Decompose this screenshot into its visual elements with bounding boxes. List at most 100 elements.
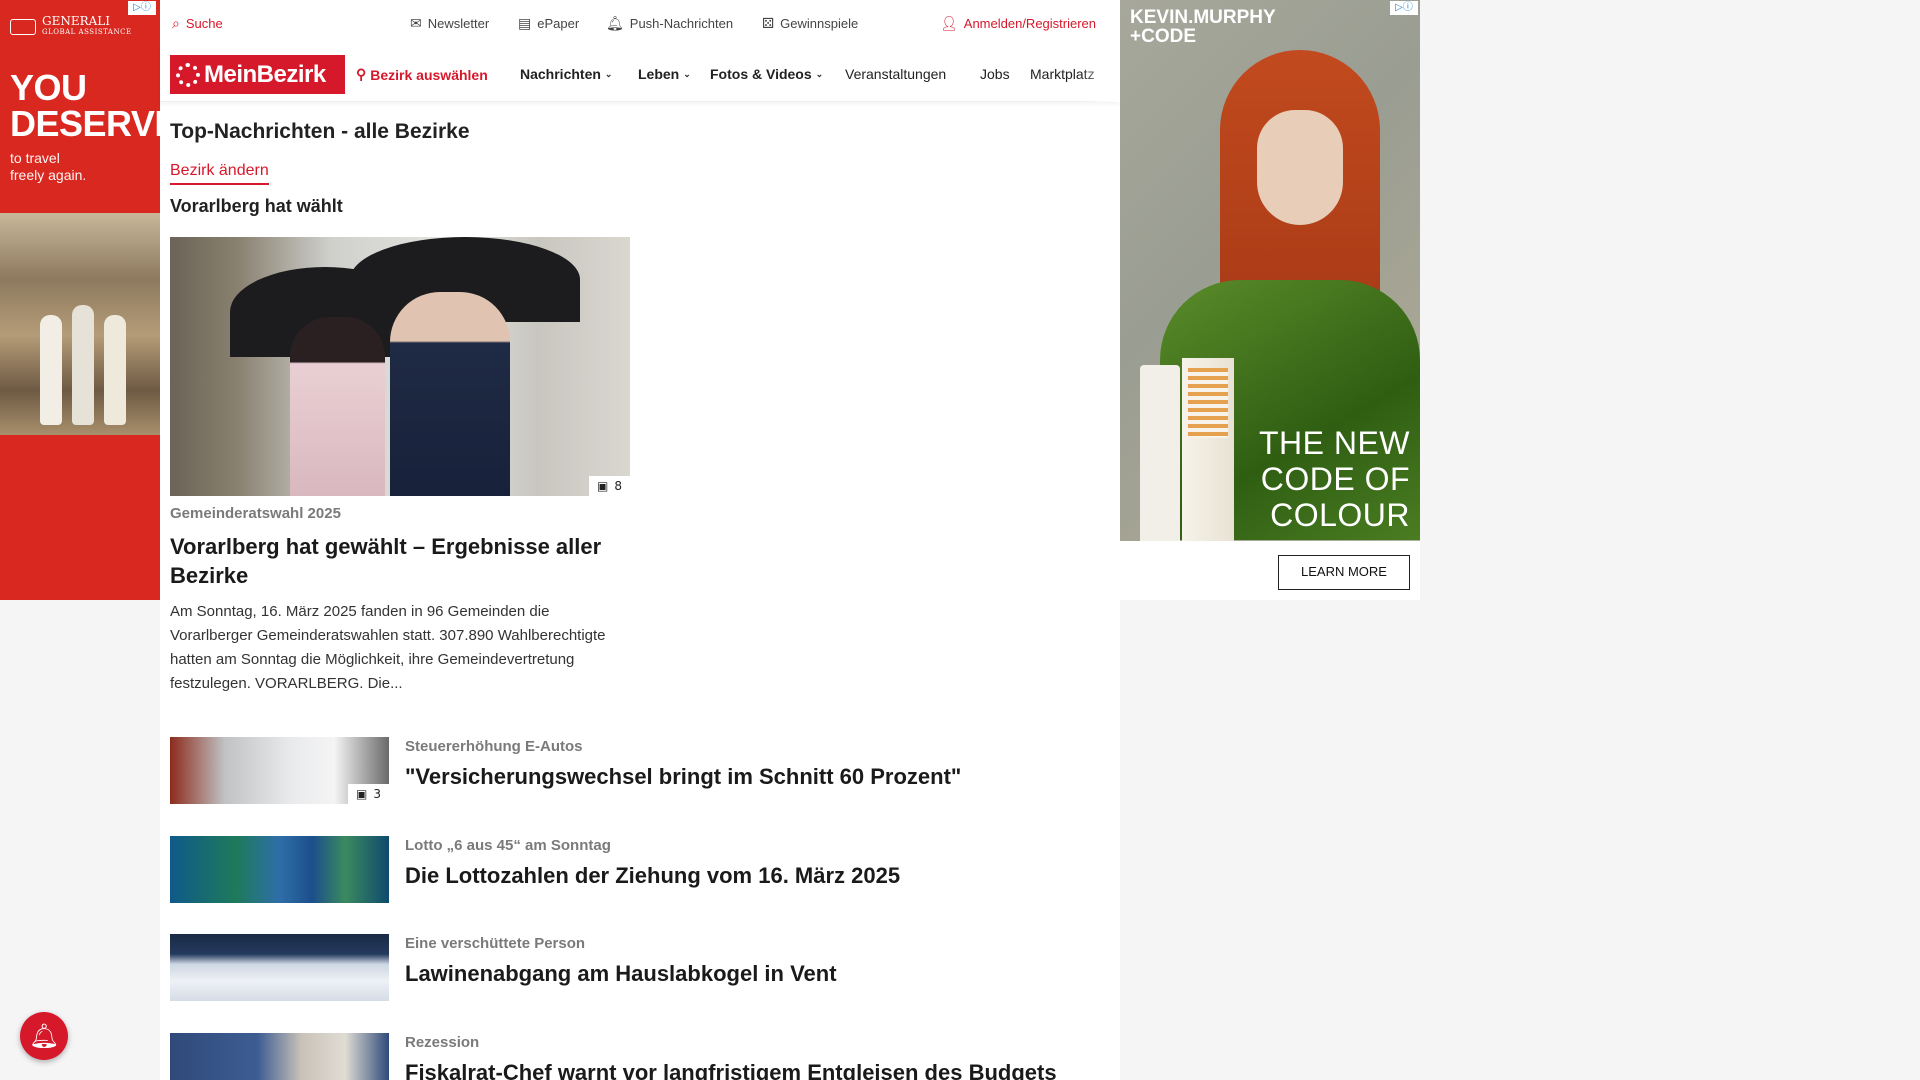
person-man: [390, 292, 510, 496]
adchoices-icon[interactable]: ▷ⓘ: [1390, 1, 1418, 15]
article-title[interactable]: "Versicherungswechsel bringt im Schnitt …: [405, 764, 961, 790]
lion-icon: [10, 19, 36, 35]
article-kicker: Rezession: [405, 1034, 480, 1051]
article-title[interactable]: Lawinenabgang am Hauslabkogel in Vent: [405, 961, 837, 987]
box-stripes: [1188, 368, 1228, 438]
meinbezirk-logo[interactable]: MeinBezirk: [170, 55, 345, 94]
ad-person: [40, 315, 62, 425]
logo-text: MeinBezirk: [204, 60, 326, 88]
gallery-icon: ▣: [597, 479, 609, 493]
search-label: Suche: [185, 16, 223, 31]
image-count: 3: [373, 787, 381, 801]
learn-more-button[interactable]: LEARN MORE: [1278, 555, 1410, 590]
nav-overflow-fade: [1080, 46, 1120, 102]
logo-sun-icon: [176, 62, 200, 87]
hero-kicker: Gemeinderatswahl 2025: [170, 505, 341, 522]
section-title: Vorarlberg hat wählt: [170, 196, 343, 216]
ad-logo-line2: +CODE: [1130, 26, 1196, 47]
ad-brand-sub: GLOBAL ASSISTANCE: [42, 28, 132, 36]
ad-tagline: THE NEW CODE OF COLOUR: [1259, 425, 1410, 533]
nav-veranstaltungen[interactable]: Veranstaltungen: [845, 66, 946, 82]
article-thumbnail[interactable]: [170, 836, 389, 903]
hero-headline[interactable]: Vorarlberg hat gewählt – Ergebnisse alle…: [170, 532, 610, 590]
list-item[interactable]: ▣ 3 Steuererhöhung E-Autos "Versicherung…: [170, 737, 1110, 805]
article-title[interactable]: Die Lottozahlen der Ziehung vom 16. März…: [405, 863, 900, 889]
newsletter-link[interactable]: ✉ Newsletter: [410, 15, 489, 32]
ad-person: [72, 305, 94, 425]
push-link[interactable]: 🔔︎ Push-Nachrichten: [606, 15, 733, 32]
ad-subline-line2: freely again.: [10, 167, 87, 183]
search-link[interactable]: ⌕ Suche: [172, 15, 223, 32]
left-ad-banner[interactable]: ▷ⓘ GENERALI GLOBAL ASSISTANCE YOU DESERV…: [0, 0, 160, 600]
hero-teaser-text: Am Sonntag, 16. März 2025 fanden in 96 G…: [170, 603, 606, 692]
ad-model-face: [1257, 110, 1343, 225]
bell-icon: 🔔︎: [606, 15, 624, 31]
nav-fotos-label: Fotos & Videos: [710, 66, 812, 82]
article-kicker: Lotto „6 aus 45“ am Sonntag: [405, 837, 611, 854]
ad-photo-travelers: [0, 213, 160, 435]
image-count-badge: ▣ 3: [348, 784, 389, 804]
ad-tagline-line3: COLOUR: [1270, 497, 1410, 533]
ad-subline-line1: to travel: [10, 150, 60, 166]
gewinnspiele-label: Gewinnspiele: [780, 16, 859, 31]
newsletter-label: Newsletter: [427, 16, 490, 31]
list-item[interactable]: Rezession Fiskalrat-Chef warnt vor langf…: [170, 1033, 1110, 1080]
chevron-down-icon: ⌄: [604, 68, 613, 79]
nav-nachrichten-label: Nachrichten: [520, 66, 601, 82]
ad-brand-logo: KEVIN.MURPHY +CODE: [1130, 8, 1276, 46]
chevron-down-icon: ⌄: [683, 68, 691, 79]
user-icon: 👤︎: [940, 15, 958, 31]
nav-jobs-label: Jobs: [980, 66, 1010, 82]
search-icon: ⌕: [172, 15, 180, 31]
image-count: 8: [614, 479, 622, 493]
epaper-link[interactable]: ▤ ePaper: [518, 15, 579, 32]
main-column: ⌕ Suche ✉ Newsletter ▤ ePaper 🔔︎ Push-Na…: [160, 0, 1120, 1080]
ad-brand-name: GENERALI: [42, 14, 111, 28]
chevron-down-icon: ⌄: [815, 68, 824, 79]
change-bezirk-link[interactable]: Bezirk ändern: [170, 162, 269, 185]
article-title[interactable]: Fiskalrat-Chef warnt vor langfristigem E…: [405, 1060, 1057, 1080]
hero-image[interactable]: ▣ 8: [170, 237, 630, 496]
nav-nachrichten[interactable]: Nachrichten ⌄: [520, 66, 612, 82]
epaper-label: ePaper: [537, 16, 580, 31]
ad-headline-line1: YOU: [10, 67, 87, 108]
nav-veranstaltungen-label: Veranstaltungen: [845, 66, 947, 82]
article-kicker: Eine verschüttete Person: [405, 935, 586, 952]
nav-jobs[interactable]: Jobs: [980, 66, 1010, 82]
newspaper-icon: ▤: [518, 15, 532, 31]
list-item[interactable]: Eine verschüttete Person Lawinenabgang a…: [170, 934, 1110, 1002]
dice-icon: ⚄: [762, 15, 775, 31]
page-title: Top-Nachrichten - alle Bezirke: [170, 120, 470, 143]
article-thumbnail[interactable]: ▣ 3: [170, 737, 389, 804]
image-count-badge: ▣ 8: [589, 476, 630, 496]
location-pin-icon: ⚲: [356, 66, 367, 82]
gewinnspiele-link[interactable]: ⚄ Gewinnspiele: [762, 15, 858, 32]
nav-fotos-videos[interactable]: Fotos & Videos ⌄: [710, 66, 823, 82]
list-item[interactable]: Lotto „6 aus 45“ am Sonntag Die Lottozah…: [170, 836, 1110, 904]
person-woman: [290, 317, 385, 496]
article-thumbnail[interactable]: [170, 934, 389, 1001]
ad-tagline-line1: THE NEW: [1258, 425, 1410, 461]
login-link[interactable]: 👤︎ Anmelden/Registrieren: [940, 15, 1096, 32]
bell-icon: 🔔︎: [28, 1022, 60, 1050]
ad-brand-logo: GENERALI GLOBAL ASSISTANCE: [10, 14, 132, 38]
nav-leben[interactable]: Leben ⌄: [638, 66, 691, 82]
login-label: Anmelden/Registrieren: [963, 16, 1097, 31]
ad-headline: YOU DESERVE: [10, 70, 160, 142]
ad-logo-line1: KEVIN.MURPHY: [1130, 7, 1276, 28]
ad-person: [104, 315, 126, 425]
right-ad-banner[interactable]: ▷ⓘ KEVIN.MURPHY +CODE THE NEW CODE OF CO…: [1120, 0, 1420, 600]
ad-subline: to travel freely again.: [10, 150, 86, 184]
top-utility-bar: ⌕ Suche ✉ Newsletter ▤ ePaper 🔔︎ Push-Na…: [160, 0, 1120, 46]
envelope-icon: ✉: [410, 15, 422, 31]
notification-bell-button[interactable]: 🔔︎: [20, 1012, 68, 1060]
bezirk-select-button[interactable]: ⚲ Bezirk auswählen: [356, 66, 488, 83]
bezirk-select-label: Bezirk auswählen: [370, 66, 488, 83]
article-thumbnail[interactable]: [170, 1033, 389, 1080]
push-label: Push-Nachrichten: [629, 16, 734, 31]
article-kicker: Steuererhöhung E-Autos: [405, 738, 583, 755]
gallery-icon: ▣: [356, 787, 368, 801]
main-navigation: MeinBezirk ⚲ Bezirk auswählen Nachrichte…: [160, 46, 1120, 102]
adchoices-icon[interactable]: ▷ⓘ: [128, 1, 156, 15]
ad-headline-line2: DESERVE: [10, 103, 160, 144]
